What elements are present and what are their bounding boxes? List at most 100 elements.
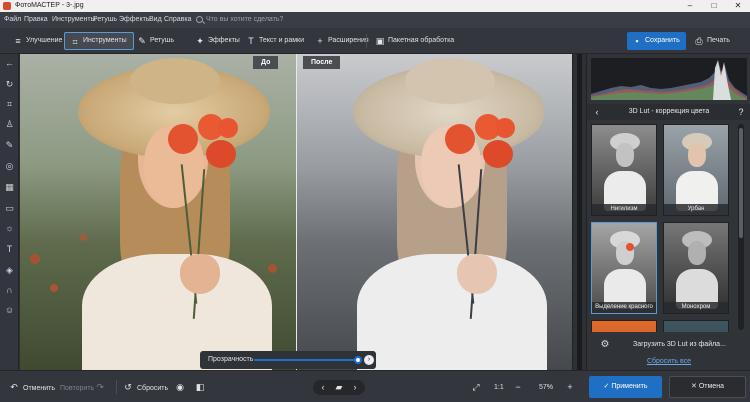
tab-effects[interactable]: ✦ Эффекты xyxy=(190,32,246,50)
redo-button[interactable]: Повторить ↷ xyxy=(60,380,109,395)
menu-edit[interactable]: Правка xyxy=(24,12,48,28)
fit-screen-icon[interactable]: ⤢ xyxy=(470,380,485,395)
light-icon[interactable]: ☼ xyxy=(3,222,16,235)
tab-batch-label: Пакетная обработка xyxy=(388,37,455,44)
poppy-flower xyxy=(206,140,236,168)
photo-after: После xyxy=(297,54,572,370)
chevron-right-icon[interactable]: › xyxy=(364,355,374,365)
tab-extensions-label: Расширения xyxy=(328,37,369,44)
photo-before: До xyxy=(20,54,296,370)
lut-grid: Нигилизм Урбан Выделение красного Монохр… xyxy=(591,124,735,332)
crop-tool-icon[interactable]: ⌗ xyxy=(3,98,16,111)
menu-tools[interactable]: Инструменты xyxy=(52,12,96,28)
save-button[interactable]: ▪ Сохранить xyxy=(627,32,686,50)
lut-item-red-select[interactable]: Выделение красного xyxy=(591,222,657,314)
stamp-icon[interactable]: ♙ xyxy=(3,118,16,131)
before-label: До xyxy=(253,56,279,69)
eye-icon[interactable]: ◉ xyxy=(174,380,189,395)
save-icon: ▪ xyxy=(635,36,639,46)
reset-button[interactable]: ↺ Сбросить xyxy=(122,380,168,395)
apply-button[interactable]: ✓ Применить xyxy=(589,376,662,398)
bucket-icon[interactable]: ◈ xyxy=(3,264,16,277)
rotate-icon[interactable]: ↻ xyxy=(3,78,16,91)
vertical-scrollbar[interactable] xyxy=(577,54,582,370)
main-toolbar: ≡ Улучшение ⌗ Инструменты ✎ Ретушь ✦ Эфф… xyxy=(0,28,750,54)
tab-enhance-label: Улучшение xyxy=(26,37,63,44)
lut-caption: Нигилизм xyxy=(592,204,656,215)
hat-crown xyxy=(130,58,220,104)
poppy-flower xyxy=(168,124,198,154)
lut-item-urban[interactable]: Урбан xyxy=(663,124,729,216)
folder-icon[interactable]: ▰ xyxy=(332,380,346,395)
text-tool-icon[interactable]: T xyxy=(3,243,16,256)
face-icon[interactable]: ☺ xyxy=(3,304,16,317)
maximize-button[interactable]: □ xyxy=(702,0,726,12)
histogram xyxy=(591,58,747,100)
zoom-in-icon[interactable]: + xyxy=(564,380,579,395)
bokeh-flower xyxy=(50,284,58,292)
menu-retouch[interactable]: Ретушь xyxy=(93,12,117,28)
gradient-icon[interactable]: ▦ xyxy=(3,181,16,194)
menu-help[interactable]: Справка xyxy=(164,12,191,28)
print-button[interactable]: ⎙ Печать xyxy=(689,32,736,50)
brush-icon: ✎ xyxy=(138,36,146,46)
tab-retouch[interactable]: ✎ Ретушь xyxy=(132,32,180,50)
menu-effects[interactable]: Эффекты xyxy=(119,12,151,28)
opacity-slider-track[interactable] xyxy=(254,359,358,361)
curves-icon[interactable]: ∩ xyxy=(3,284,16,297)
opacity-label: Прозрачность xyxy=(208,356,254,363)
load-lut-label: Загрузить 3D Lut из файла... xyxy=(633,341,726,348)
lut-thumb-face xyxy=(616,143,634,167)
menu-file[interactable]: Файл xyxy=(4,12,21,28)
load-lut-button[interactable]: ⚙ Загрузить 3D Lut из файла... xyxy=(591,338,747,352)
radial-filter-icon[interactable]: ◎ xyxy=(3,160,16,173)
magic-wand-icon: ✦ xyxy=(196,36,204,46)
tab-enhance[interactable]: ≡ Улучшение xyxy=(8,32,68,50)
chevron-right-icon[interactable]: › xyxy=(348,380,362,395)
save-button-label: Сохранить xyxy=(645,37,680,44)
batch-icon: ▣ xyxy=(375,36,385,46)
lut-scrollbar-thumb[interactable] xyxy=(739,128,743,238)
tab-text-frames[interactable]: T Текст и рамки xyxy=(241,32,310,50)
poppy-flower xyxy=(495,118,515,138)
after-label: После xyxy=(303,56,341,69)
x-icon: ✕ xyxy=(691,383,699,390)
frame-icon[interactable]: ▭ xyxy=(3,202,16,215)
close-window-button[interactable]: ✕ xyxy=(726,0,750,12)
lut-item-monochrome[interactable]: Монохром xyxy=(663,222,729,314)
window-title: ФотоМАСТЕР - 3-.jpg xyxy=(15,2,84,9)
undo-button[interactable]: ↶ Отменить xyxy=(8,380,55,395)
bokeh-flower xyxy=(268,264,277,273)
zoom-out-icon[interactable]: − xyxy=(512,380,527,395)
canvas-scroll-gutter xyxy=(572,54,586,370)
toolbar-divider xyxy=(366,34,367,48)
minimize-button[interactable]: – xyxy=(678,0,702,12)
undo-icon: ↶ xyxy=(10,382,18,392)
photo-canvas[interactable]: До После Прозрачность › xyxy=(20,54,572,370)
menu-view[interactable]: Вид xyxy=(149,12,162,28)
bokeh-flower xyxy=(80,234,87,241)
cancel-label: Отмена xyxy=(698,383,724,390)
chevron-left-icon[interactable]: ‹ xyxy=(316,380,330,395)
lut-item-nihilism[interactable]: Нигилизм xyxy=(591,124,657,216)
back-arrow-icon[interactable]: ← xyxy=(3,57,16,70)
arrow-left-icon[interactable]: ‹ xyxy=(591,104,603,120)
opacity-slider-thumb[interactable] xyxy=(354,356,362,364)
tab-tools[interactable]: ⌗ Инструменты xyxy=(64,32,134,50)
poppy-flower xyxy=(483,140,513,168)
search-placeholder: Что вы хотите сделать? xyxy=(206,16,284,23)
lut-item-dark[interactable] xyxy=(663,320,729,332)
brush-tool-icon[interactable]: ✎ xyxy=(3,139,16,152)
lut-scrollbar[interactable] xyxy=(738,124,744,330)
compare-icon[interactable]: ◧ xyxy=(194,380,209,395)
cancel-button[interactable]: ✕ Отмена xyxy=(669,376,746,398)
search-input[interactable]: Что вы хотите сделать? xyxy=(194,14,344,26)
tab-batch[interactable]: ▣ Пакетная обработка xyxy=(370,32,460,50)
printer-icon: ⎙ xyxy=(695,36,703,46)
lut-item-warm[interactable] xyxy=(591,320,657,332)
zoom-percent: 57% xyxy=(539,384,554,391)
reset-all-link[interactable]: Сбросить все xyxy=(587,356,750,368)
question-icon[interactable]: ? xyxy=(735,104,747,120)
zoom-1to1-button[interactable]: 1:1 xyxy=(494,380,504,395)
tab-extensions[interactable]: + Расширения xyxy=(310,32,375,50)
